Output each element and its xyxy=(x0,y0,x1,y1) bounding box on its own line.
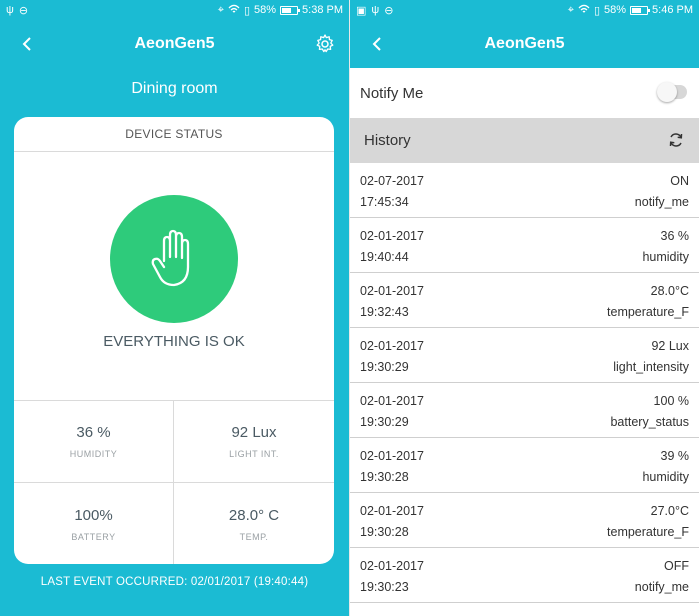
battery-percent: 58% xyxy=(604,4,627,16)
history-date: 02-07-2017 xyxy=(360,174,424,188)
back-arrow-icon[interactable] xyxy=(366,32,390,56)
notify-me-toggle[interactable] xyxy=(657,82,687,102)
status-indicator xyxy=(110,195,238,323)
history-type: humidity xyxy=(642,470,689,484)
history-type: battery_status xyxy=(610,415,689,429)
history-date: 02-01-2017 xyxy=(360,284,424,298)
history-row[interactable]: 02-01-2017 19:30:28 27.0°C temperature_F xyxy=(350,493,699,548)
toggle-knob xyxy=(657,82,677,102)
history-value: 92 Lux xyxy=(651,339,689,353)
dnd-icon: ⊖ xyxy=(384,4,394,17)
sim-icon: ▯ xyxy=(593,4,600,17)
history-value: ON xyxy=(670,174,689,188)
history-screen: ▣ ψ ⊖ ⌖ ▯ 58% 5:46 PM AeonGen5 Notify Me… xyxy=(350,0,699,616)
history-list: 02-07-2017 17:45:34 ON notify_me 02-01-2… xyxy=(350,163,699,603)
history-type: notify_me xyxy=(634,195,689,209)
metric-value: 92 Lux xyxy=(231,424,277,441)
last-event-text: LAST EVENT OCCURRED: 02/01/2017 (19:40:4… xyxy=(40,576,309,588)
history-time: 19:32:43 xyxy=(360,305,409,319)
history-header: History xyxy=(350,118,699,163)
history-type: humidity xyxy=(642,250,689,264)
battery-metric: 100% BATTERY xyxy=(14,483,174,564)
gear-icon[interactable] xyxy=(313,32,337,56)
temperature-metric: 28.0° C TEMP. xyxy=(174,483,334,564)
history-row[interactable]: 02-01-2017 19:30:29 100 % battery_status xyxy=(350,383,699,438)
history-row[interactable]: 02-01-2017 19:30:29 92 Lux light_intensi… xyxy=(350,328,699,383)
battery-percent: 58% xyxy=(254,4,277,16)
history-value: 27.0°C xyxy=(650,504,689,518)
metrics-grid: 36 % HUMIDITY 92 Lux LIGHT INT. 100% BAT… xyxy=(14,400,334,564)
metric-value: 28.0° C xyxy=(228,506,280,524)
history-value: 39 % xyxy=(660,449,690,463)
wifi-icon xyxy=(228,4,240,17)
card-header: DEVICE STATUS xyxy=(14,117,334,152)
usb-icon: ψ xyxy=(6,4,14,16)
history-time: 19:40:44 xyxy=(360,250,409,264)
hand-icon xyxy=(151,229,190,287)
metric-value: 36 % xyxy=(76,424,111,441)
metric-label: HUMIDITY xyxy=(69,449,118,459)
history-label: History xyxy=(364,132,411,149)
history-type: temperature_F xyxy=(607,305,689,319)
history-type: light_intensity xyxy=(613,360,689,374)
light-metric: 92 Lux LIGHT INT. xyxy=(174,401,334,483)
dnd-icon: ⊖ xyxy=(18,4,29,17)
battery-icon xyxy=(630,5,651,15)
history-row[interactable]: 02-01-2017 19:30:23 OFF notify_me xyxy=(350,548,699,603)
clock: 5:46 PM xyxy=(652,4,693,16)
image-icon: ▣ xyxy=(356,4,367,17)
battery-icon xyxy=(280,5,301,15)
history-row[interactable]: 02-01-2017 19:30:28 39 % humidity xyxy=(350,438,699,493)
sim-icon: ▯ xyxy=(243,4,250,17)
history-type: temperature_F xyxy=(607,525,689,539)
notify-me-row: Notify Me xyxy=(350,68,699,118)
app-title: AeonGen5 xyxy=(484,35,565,52)
history-value: OFF xyxy=(664,559,689,573)
back-arrow-icon[interactable] xyxy=(16,32,40,56)
history-row[interactable]: 02-01-2017 19:32:43 28.0°C temperature_F xyxy=(350,273,699,328)
room-title: Dining room xyxy=(131,80,218,97)
usb-icon: ψ xyxy=(371,4,380,16)
history-time: 19:30:28 xyxy=(360,525,409,539)
history-time: 19:30:28 xyxy=(360,470,409,484)
refresh-icon[interactable] xyxy=(667,131,685,149)
device-status-screen: ψ ⊖ ⌖ ▯ 58% 5:38 PM AeonGen5 Dining room… xyxy=(0,0,349,616)
metric-value: 100% xyxy=(74,506,113,524)
location-icon: ⌖ xyxy=(217,3,224,16)
history-date: 02-01-2017 xyxy=(360,339,424,353)
clock: 5:38 PM xyxy=(302,4,343,16)
metric-label: BATTERY xyxy=(71,531,116,542)
notify-me-label: Notify Me xyxy=(360,84,424,102)
history-time: 19:30:29 xyxy=(360,415,409,429)
history-value: 36 % xyxy=(660,229,690,243)
metric-label: LIGHT INT. xyxy=(229,449,279,459)
status-bar: ψ ⊖ ⌖ ▯ 58% 5:38 PM xyxy=(0,0,349,20)
app-bar: AeonGen5 xyxy=(350,20,699,68)
status-text: EVERYTHING IS OK xyxy=(103,333,245,350)
app-comparison: ψ ⊖ ⌖ ▯ 58% 5:38 PM AeonGen5 Dining room… xyxy=(0,0,699,616)
history-time: 17:45:34 xyxy=(360,195,409,209)
metric-label: TEMP. xyxy=(239,531,269,542)
history-type: notify_me xyxy=(634,580,689,594)
history-date: 02-01-2017 xyxy=(360,394,424,408)
history-time: 19:30:29 xyxy=(360,360,409,374)
history-time: 19:30:23 xyxy=(360,580,409,594)
app-bar: AeonGen5 xyxy=(0,20,349,68)
history-row[interactable]: 02-01-2017 19:40:44 36 % humidity xyxy=(350,218,699,273)
app-title: AeonGen5 xyxy=(134,35,215,52)
history-value: 28.0°C xyxy=(650,284,689,298)
history-row[interactable]: 02-07-2017 17:45:34 ON notify_me xyxy=(350,163,699,218)
status-bar: ▣ ψ ⊖ ⌖ ▯ 58% 5:46 PM xyxy=(350,0,699,20)
history-date: 02-01-2017 xyxy=(360,229,424,243)
location-icon: ⌖ xyxy=(567,3,574,16)
device-status-card: DEVICE STATUS EVERYTHING IS OK 36 % HUMI… xyxy=(14,117,334,564)
history-date: 02-01-2017 xyxy=(360,449,424,463)
humidity-metric: 36 % HUMIDITY xyxy=(14,401,174,483)
history-date: 02-01-2017 xyxy=(360,504,424,518)
wifi-icon xyxy=(578,4,590,17)
history-value: 100 % xyxy=(653,394,689,408)
history-date: 02-01-2017 xyxy=(360,559,424,573)
